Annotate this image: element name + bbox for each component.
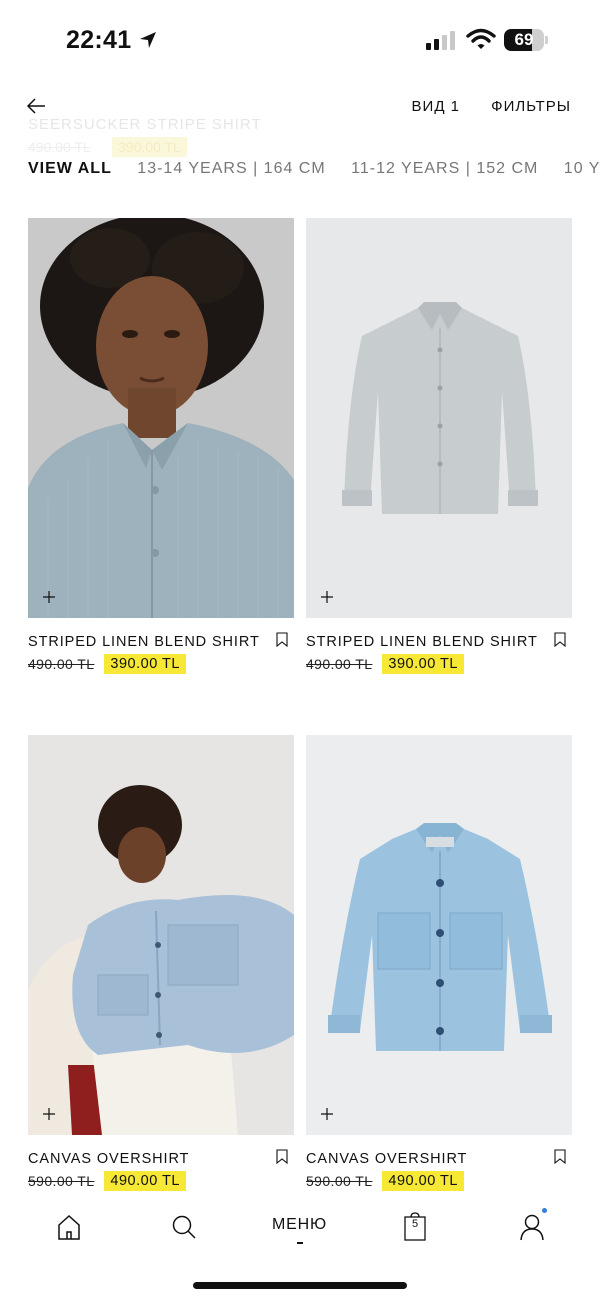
old-price: 490.00 TL bbox=[28, 656, 95, 672]
wifi-icon bbox=[466, 28, 496, 49]
product-image[interactable] bbox=[28, 218, 294, 618]
product-image[interactable] bbox=[28, 735, 294, 1135]
bookmark-icon[interactable] bbox=[276, 1149, 288, 1164]
sale-price: 390.00 TL bbox=[104, 654, 186, 674]
sale-price: 390.00 TL bbox=[382, 654, 464, 674]
product-card[interactable]: CANVAS OVERSHIRT 590.00 TL 490.00 TL bbox=[306, 735, 572, 1191]
price-row: 490.00 TL 390.00 TL bbox=[306, 654, 464, 676]
size-chip-13-14-years[interactable]: 13-14 YEARS | 164 CM bbox=[137, 160, 325, 178]
top-nav: ВИД 1 ФИЛЬТРЫ bbox=[0, 88, 600, 128]
view-toggle-button[interactable]: ВИД 1 bbox=[412, 98, 460, 115]
model-canvas-overshirt-photo bbox=[28, 735, 294, 1135]
size-chip-10-years[interactable]: 10 YEA bbox=[564, 160, 600, 178]
location-arrow-icon bbox=[140, 32, 156, 48]
product-name[interactable]: CANVAS OVERSHIRT bbox=[28, 1151, 189, 1167]
plus-icon[interactable] bbox=[320, 590, 334, 604]
battery-percent: 69 bbox=[514, 30, 534, 49]
price-row: 590.00 TL 490.00 TL bbox=[306, 1171, 464, 1193]
sale-price: 490.00 TL bbox=[382, 1171, 464, 1191]
notification-dot bbox=[542, 1208, 547, 1213]
product-name[interactable]: STRIPED LINEN BLEND SHIRT bbox=[28, 634, 260, 650]
old-price: 490.00 TL bbox=[306, 656, 373, 672]
cart-button[interactable]: 5 bbox=[402, 1212, 428, 1242]
plus-icon[interactable] bbox=[42, 1107, 56, 1121]
battery-indicator: 69 bbox=[504, 29, 548, 51]
bookmark-icon[interactable] bbox=[554, 1149, 566, 1164]
plus-icon[interactable] bbox=[320, 1107, 334, 1121]
scrolled-old-price: 490.00 TL bbox=[28, 139, 91, 155]
size-filter-bar: VIEW ALL 13-14 YEARS | 164 CM 11-12 YEAR… bbox=[28, 160, 600, 184]
home-icon[interactable] bbox=[56, 1212, 82, 1242]
bottom-tab-bar: МЕНЮ 5 bbox=[0, 1196, 600, 1300]
old-price: 590.00 TL bbox=[28, 1173, 95, 1189]
product-image[interactable] bbox=[306, 735, 572, 1135]
status-time: 22:41 bbox=[66, 26, 132, 54]
back-arrow-icon[interactable] bbox=[24, 94, 48, 118]
price-row: 490.00 TL 390.00 TL bbox=[28, 654, 186, 676]
plus-icon[interactable] bbox=[42, 590, 56, 604]
old-price: 590.00 TL bbox=[306, 1173, 373, 1189]
model-striped-shirt-photo bbox=[28, 218, 294, 618]
product-card[interactable]: STRIPED LINEN BLEND SHIRT 490.00 TL 390.0… bbox=[28, 218, 294, 674]
product-image[interactable] bbox=[306, 218, 572, 618]
sale-price: 490.00 TL bbox=[104, 1171, 186, 1191]
signal-icon bbox=[426, 31, 455, 50]
search-icon[interactable] bbox=[171, 1212, 197, 1242]
price-row: 590.00 TL 490.00 TL bbox=[28, 1171, 186, 1193]
grey-shirt-flat-photo bbox=[306, 218, 572, 618]
bookmark-icon[interactable] bbox=[276, 632, 288, 647]
home-indicator bbox=[193, 1282, 407, 1289]
filters-button[interactable]: ФИЛЬТРЫ bbox=[491, 98, 571, 115]
account-button[interactable] bbox=[519, 1208, 547, 1242]
product-name[interactable]: STRIPED LINEN BLEND SHIRT bbox=[306, 634, 538, 650]
product-card[interactable]: STRIPED LINEN BLEND SHIRT 490.00 TL 390.0… bbox=[306, 218, 572, 674]
product-name[interactable]: CANVAS OVERSHIRT bbox=[306, 1151, 467, 1167]
menu-active-indicator bbox=[297, 1242, 303, 1244]
size-chip-view-all[interactable]: VIEW ALL bbox=[28, 160, 112, 178]
blue-overshirt-flat-photo bbox=[306, 735, 572, 1135]
scrolled-new-price: 390.00 TL bbox=[112, 137, 187, 157]
product-card[interactable]: CANVAS OVERSHIRT 590.00 TL 490.00 TL bbox=[28, 735, 294, 1191]
status-bar: 22:41 69 bbox=[0, 0, 600, 80]
size-chip-11-12-years[interactable]: 11-12 YEARS | 152 CM bbox=[351, 160, 538, 178]
bookmark-icon[interactable] bbox=[554, 632, 566, 647]
cart-count: 5 bbox=[411, 1218, 419, 1230]
user-icon bbox=[520, 1214, 544, 1241]
